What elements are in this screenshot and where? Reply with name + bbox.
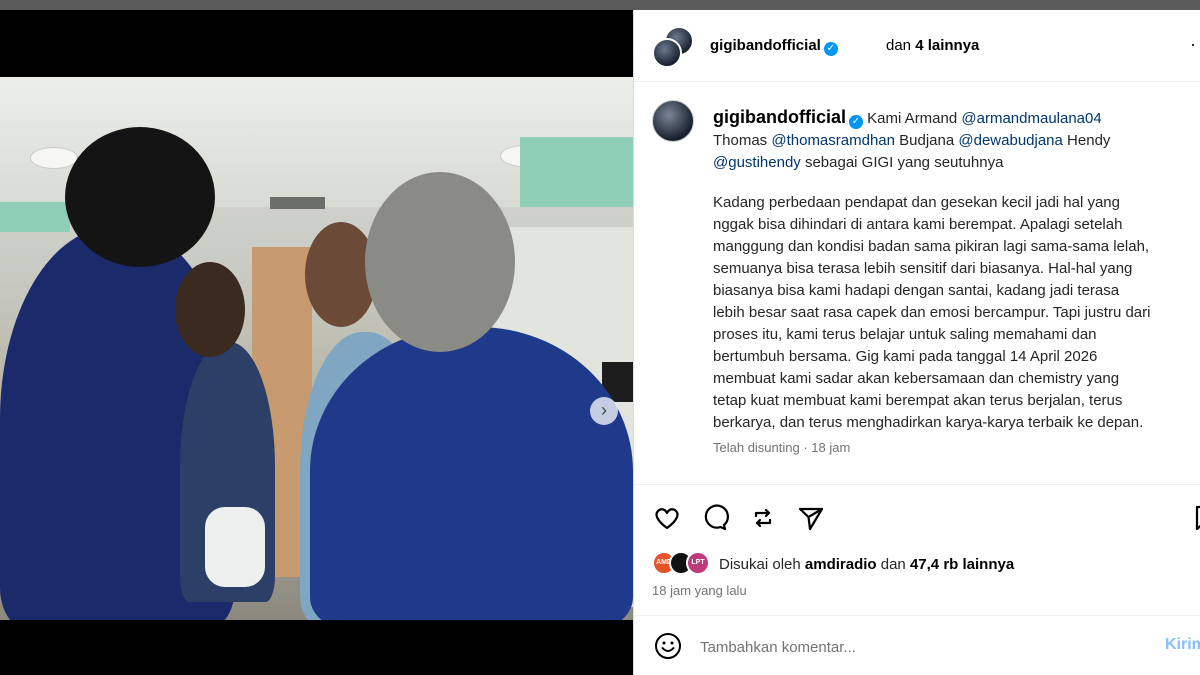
post-media: ›	[0, 10, 633, 675]
caption-area: gigibandofficial ✓ Kami Armand @armandmau…	[634, 82, 1200, 482]
caption-line: nggak bisa dihindari di antara kami bere…	[713, 216, 1123, 233]
caption-body: Kadang perbedaan pendapat dan gesekan ke…	[713, 192, 1200, 434]
person-left-head	[65, 127, 215, 267]
browser-top-edge	[0, 0, 1200, 10]
mention-link[interactable]: @thomasramdhan	[771, 132, 895, 149]
more-options-icon[interactable]: ·	[1190, 34, 1196, 55]
collab-avatars[interactable]	[652, 26, 696, 70]
header-username[interactable]: gigibandofficial ✓	[710, 37, 838, 56]
mention-link[interactable]: @gustihendy	[713, 154, 801, 171]
air-vent	[270, 197, 325, 209]
ceiling-light	[30, 147, 78, 169]
post-timestamp[interactable]: 18 jam yang lalu	[652, 583, 747, 598]
comment-bubble-icon[interactable]	[700, 503, 730, 533]
share-send-icon[interactable]	[796, 503, 826, 533]
comment-input[interactable]	[700, 636, 1130, 658]
caption-username[interactable]: gigibandofficial	[713, 107, 846, 127]
verified-badge-icon: ✓	[823, 42, 838, 56]
caption-line: manggung dan kondisi badan sama pikiran …	[713, 238, 1150, 255]
repost-icon[interactable]	[748, 503, 778, 533]
mention-link[interactable]: @dewabudjana	[958, 132, 1062, 149]
verified-badge-icon: ✓	[849, 115, 863, 129]
next-slide-button[interactable]: ›	[590, 397, 618, 425]
caption-line: membuat kami sadar akan kebersamaan dan …	[713, 370, 1120, 387]
wall-trim	[0, 202, 70, 232]
person-right	[310, 327, 633, 620]
post-actions: AMD LPT Disukai oleh amdiradio dan 47,4 …	[634, 484, 1200, 616]
caption-line: Kadang perbedaan pendapat dan gesekan ke…	[713, 194, 1120, 211]
person-batik-head	[175, 262, 245, 357]
comment-bar: Kirim	[634, 615, 1200, 675]
person-right-head	[365, 172, 515, 352]
edited-label: Telah disunting	[713, 440, 800, 455]
caption-meta: Telah disunting · 18 jam	[713, 440, 851, 455]
caption-text: Budjana	[899, 132, 955, 149]
caption-line: semuanya bisa terasa lebih sensitif dari…	[713, 260, 1133, 277]
liker-username[interactable]: amdiradio	[805, 556, 877, 573]
mention-link[interactable]: @armandmaulana04	[961, 110, 1101, 127]
save-bookmark-icon[interactable]	[1190, 503, 1200, 533]
avatar[interactable]	[652, 38, 682, 68]
like-heart-icon[interactable]	[652, 503, 682, 533]
caption-text: sebagai GIGI yang seutuhnya	[804, 154, 1004, 171]
post-photo[interactable]: ›	[0, 77, 633, 620]
edited-time[interactable]: 18 jam	[811, 440, 850, 455]
likes-prefix: Disukai oleh	[719, 556, 801, 573]
white-sleeve	[205, 507, 265, 587]
caption-line: tetap kuat membuat kami berempat akan te…	[713, 392, 1123, 409]
likers-avatars[interactable]: AMD LPT	[652, 551, 722, 577]
liker-avatar[interactable]: LPT	[686, 551, 710, 575]
header-username-text[interactable]: gigibandofficial	[710, 37, 821, 54]
header-collaborators[interactable]: dan 4 lainnya	[886, 37, 979, 54]
post-detail-panel: gigibandofficial ✓ dan 4 lainnya · gigiba…	[633, 10, 1200, 675]
caption-line: bertumbuh bersama. Gig kami pada tanggal…	[713, 348, 1098, 365]
caption-text: Hendy	[1067, 132, 1111, 149]
caption-line: biasanya bisa kami hadapi dengan santai,…	[713, 282, 1120, 299]
header-others-count[interactable]: 4 lainnya	[915, 37, 979, 54]
caption-text: Thomas	[713, 132, 768, 149]
wall-trim	[520, 137, 633, 207]
post-header: gigibandofficial ✓ dan 4 lainnya ·	[634, 10, 1200, 82]
likes-summary: Disukai oleh amdiradio dan 47,4 rb lainn…	[719, 556, 1014, 573]
likes-dan: dan	[880, 556, 906, 573]
emoji-icon[interactable]	[654, 632, 682, 660]
caption-line: proses itu, kami terus belajar untuk sal…	[713, 326, 1097, 343]
send-comment-button[interactable]: Kirim	[1165, 636, 1200, 654]
caption-intro: gigibandofficial ✓ Kami Armand @armandmau…	[713, 106, 1200, 174]
header-dan: dan	[886, 37, 912, 54]
caption-avatar[interactable]	[652, 100, 694, 142]
caption-line: berkarya, dan terus menghadirkan karya-k…	[713, 414, 1144, 431]
caption-text: Kami Armand	[867, 110, 958, 127]
likes-count[interactable]: 47,4 rb lainnya	[910, 556, 1014, 573]
caption-line: lebih besar saat rasa capek dan emosi be…	[713, 304, 1151, 321]
